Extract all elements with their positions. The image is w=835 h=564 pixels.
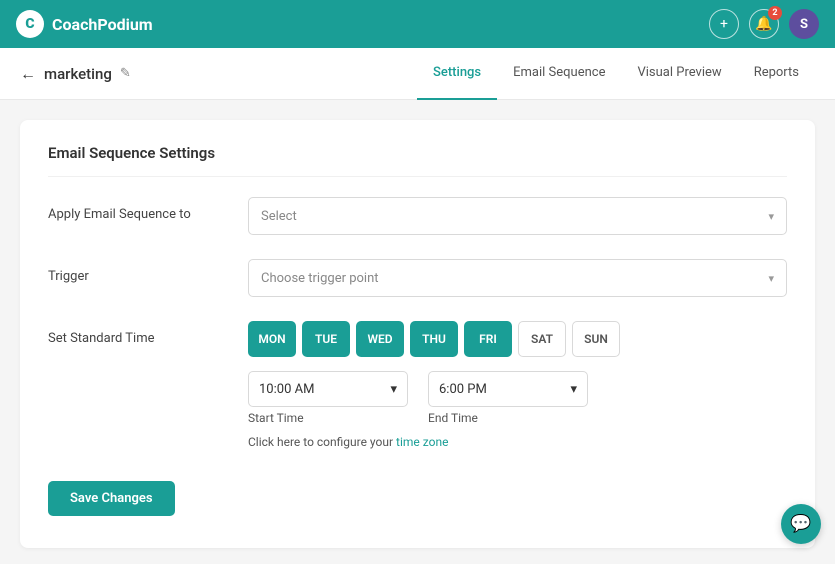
trigger-select-value: Choose trigger point — [261, 271, 379, 286]
timezone-link[interactable]: time zone — [396, 435, 448, 449]
start-time-arrow: ▾ — [390, 382, 397, 397]
edit-icon[interactable]: ✎ — [120, 66, 131, 81]
day-sun[interactable]: SUN — [572, 321, 620, 357]
main-content: Email Sequence Settings Apply Email Sequ… — [0, 100, 835, 564]
standard-time-label: Set Standard Time — [48, 321, 228, 346]
end-time-value: 6:00 PM — [439, 382, 487, 397]
trigger-select-arrow: ▾ — [768, 272, 774, 285]
brand: C CoachPodium — [16, 10, 153, 38]
standard-time-controls: MON TUE WED THU FRI SAT — [248, 321, 787, 449]
settings-card: Email Sequence Settings Apply Email Sequ… — [20, 120, 815, 548]
apply-row: Apply Email Sequence to Select ▾ — [48, 197, 787, 235]
breadcrumb: ← marketing ✎ — [20, 64, 131, 84]
save-button[interactable]: Save Changes — [48, 481, 175, 516]
back-button[interactable]: ← — [20, 64, 36, 84]
chat-icon: 💬 — [790, 514, 811, 534]
day-fri[interactable]: FRI — [464, 321, 512, 357]
navbar-actions: + 🔔 2 S — [709, 9, 819, 39]
navbar: C CoachPodium + 🔔 2 S — [0, 0, 835, 48]
day-thu[interactable]: THU — [410, 321, 458, 357]
apply-select-arrow: ▾ — [768, 210, 774, 223]
start-time-col: 10:00 AM ▾ Start Time — [248, 371, 408, 425]
day-wed[interactable]: WED — [356, 321, 404, 357]
end-time-label: End Time — [428, 411, 588, 425]
trigger-label: Trigger — [48, 259, 228, 284]
add-button[interactable]: + — [709, 9, 739, 39]
trigger-select[interactable]: Choose trigger point ▾ — [248, 259, 787, 297]
tab-settings[interactable]: Settings — [417, 48, 497, 100]
end-time-col: 6:00 PM ▾ End Time — [428, 371, 588, 425]
tab-reports[interactable]: Reports — [738, 48, 815, 100]
day-tue[interactable]: TUE — [302, 321, 350, 357]
user-avatar[interactable]: S — [789, 9, 819, 39]
start-time-select[interactable]: 10:00 AM ▾ — [248, 371, 408, 407]
days-row: MON TUE WED THU FRI SAT — [248, 321, 787, 357]
brand-name: CoachPodium — [52, 15, 153, 34]
add-icon: + — [720, 16, 728, 32]
chat-fab[interactable]: 💬 — [781, 504, 821, 544]
day-mon[interactable]: MON — [248, 321, 296, 357]
trigger-select-wrap: Choose trigger point ▾ — [248, 259, 787, 297]
apply-label: Apply Email Sequence to — [48, 197, 228, 222]
card-title: Email Sequence Settings — [48, 144, 787, 177]
trigger-row: Trigger Choose trigger point ▾ — [48, 259, 787, 297]
day-sat[interactable]: SAT — [518, 321, 566, 357]
tab-bar: Settings Email Sequence Visual Preview R… — [417, 48, 815, 99]
end-time-select[interactable]: 6:00 PM ▾ — [428, 371, 588, 407]
notification-badge: 2 — [768, 6, 782, 20]
brand-icon-letter: C — [25, 16, 34, 32]
standard-time-row: Set Standard Time MON TUE WED THU — [48, 321, 787, 449]
brand-icon: C — [16, 10, 44, 38]
apply-select-wrap: Select ▾ — [248, 197, 787, 235]
start-time-label: Start Time — [248, 411, 408, 425]
page-name: marketing — [44, 65, 112, 83]
apply-select[interactable]: Select ▾ — [248, 197, 787, 235]
tab-email-sequence[interactable]: Email Sequence — [497, 48, 621, 100]
avatar-letter: S — [800, 17, 808, 32]
time-row: 10:00 AM ▾ Start Time 6:00 PM ▾ End Time — [248, 371, 787, 425]
sub-header: ← marketing ✎ Settings Email Sequence Vi… — [0, 48, 835, 100]
notification-button[interactable]: 🔔 2 — [749, 9, 779, 39]
apply-select-value: Select — [261, 209, 297, 224]
timezone-hint: Click here to configure your time zone — [248, 435, 787, 449]
start-time-value: 10:00 AM — [259, 382, 314, 397]
tab-visual-preview[interactable]: Visual Preview — [621, 48, 737, 100]
end-time-arrow: ▾ — [570, 382, 577, 397]
